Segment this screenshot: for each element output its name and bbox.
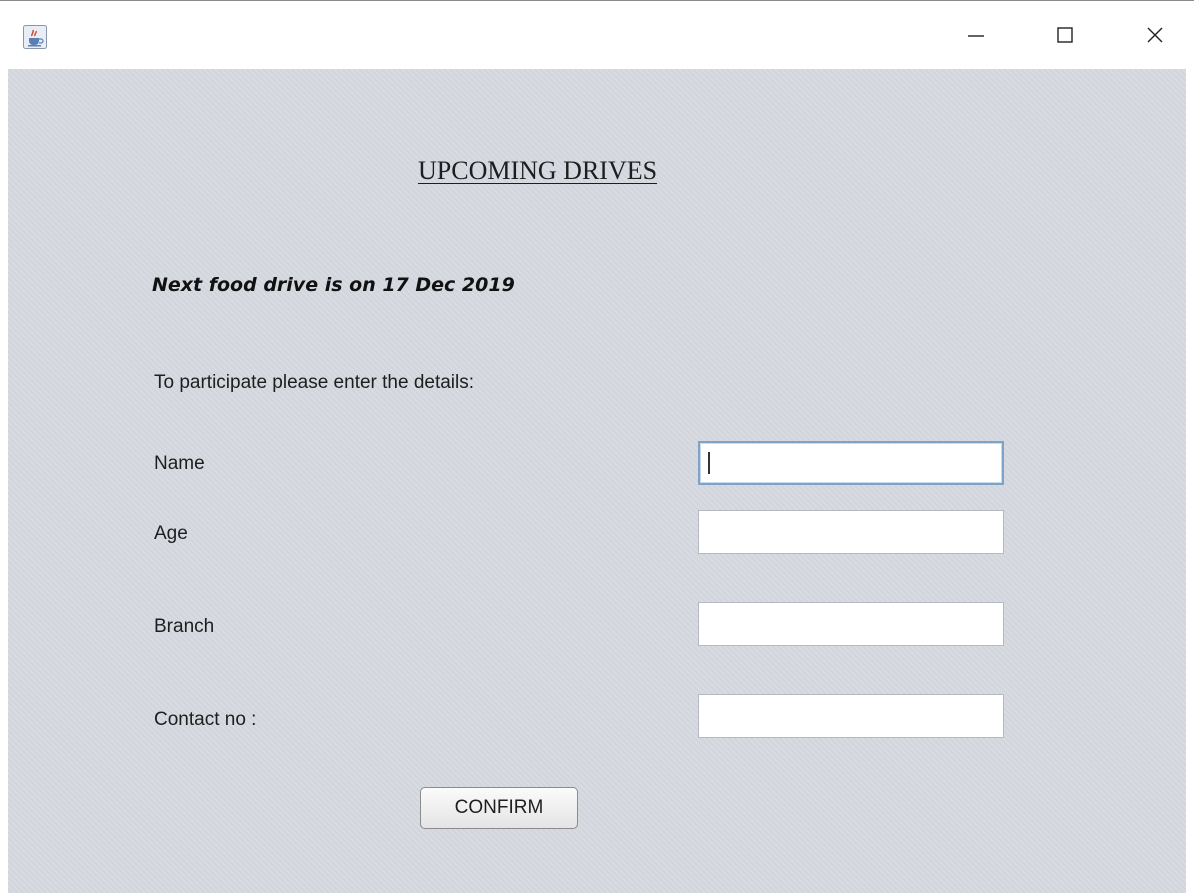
form-panel: UPCOMING DRIVES Next food drive is on 17…	[8, 69, 1186, 893]
close-icon	[1145, 25, 1165, 50]
branch-label: Branch	[154, 616, 215, 637]
contact-field[interactable]	[698, 694, 1004, 738]
app-window: UPCOMING DRIVES Next food drive is on 17…	[0, 0, 1194, 895]
close-button[interactable]	[1135, 17, 1175, 57]
age-label: Age	[154, 523, 188, 544]
minimize-button[interactable]	[956, 17, 996, 57]
text-caret	[708, 452, 710, 474]
next-drive-notice: Next food drive is on 17 Dec 2019	[152, 274, 515, 296]
age-field[interactable]	[698, 510, 1004, 554]
maximize-icon	[1055, 25, 1075, 50]
instructions-text: To participate please enter the details:	[154, 372, 475, 393]
minimize-icon	[966, 25, 986, 50]
contact-label: Contact no :	[154, 709, 257, 730]
branch-field[interactable]	[698, 602, 1004, 646]
name-field[interactable]	[698, 441, 1004, 485]
name-label: Name	[154, 453, 205, 474]
java-cup-icon	[23, 25, 47, 49]
confirm-button[interactable]: CONFIRM	[420, 787, 578, 829]
title-bar[interactable]	[0, 1, 1194, 69]
maximize-button[interactable]	[1045, 17, 1085, 57]
page-title: UPCOMING DRIVES	[418, 156, 658, 185]
